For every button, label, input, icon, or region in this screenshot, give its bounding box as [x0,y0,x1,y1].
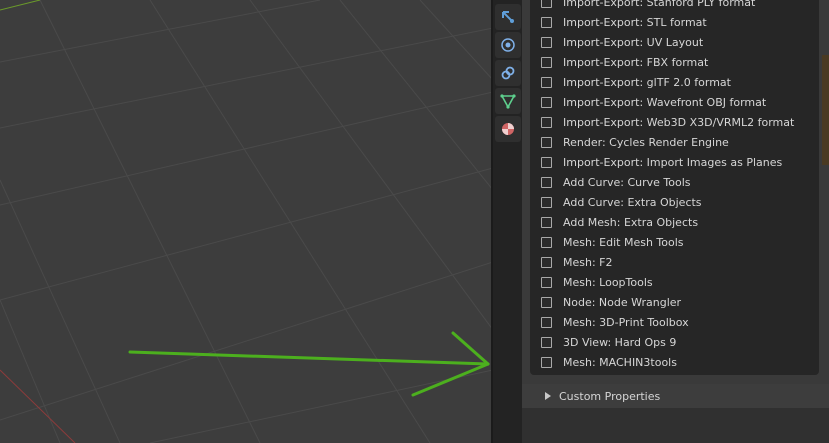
addon-row[interactable]: Import-Export: Web3D X3D/VRML2 format [530,112,819,132]
addon-enable-checkbox[interactable] [541,36,552,48]
addon-enable-checkbox[interactable] [541,136,552,148]
addon-label: Mesh: F2 [563,255,613,269]
custom-properties-header[interactable]: Custom Properties [522,384,829,408]
material-icon [502,123,514,135]
axis-y-line [0,0,41,11]
constraints-icon [501,66,515,80]
addon-label: Import-Export: Wavefront OBJ format [563,95,767,109]
addon-enable-checkbox[interactable] [541,56,552,68]
addon-row[interactable]: Import-Export: glTF 2.0 format [530,72,819,92]
addon-enable-checkbox[interactable] [541,196,552,208]
addon-row[interactable]: Import-Export: UV Layout [530,32,819,52]
addon-label: Import-Export: Web3D X3D/VRML2 format [563,115,795,129]
addon-row[interactable]: Mesh: LoopTools [530,272,819,292]
addon-row[interactable]: Import-Export: FBX format [530,52,819,72]
addon-label: Import-Export: Stanford PLY format [563,0,756,9]
addon-list: Import-Export: Stanford PLY format Import… [530,0,819,375]
disclosure-triangle-icon[interactable] [545,392,551,400]
addon-row[interactable]: Mesh: F2 [530,252,819,272]
addon-enable-checkbox[interactable] [541,16,552,28]
addon-label: Mesh: LoopTools [563,275,653,289]
addon-label: Import-Export: Import Images as Planes [563,155,783,169]
addon-row[interactable]: Mesh: 3D-Print Toolbox [530,312,819,332]
addon-label: 3D View: Hard Ops 9 [563,335,677,349]
addon-enable-checkbox[interactable] [541,0,552,8]
addon-enable-checkbox[interactable] [541,176,552,188]
addon-label: Import-Export: glTF 2.0 format [563,75,731,89]
addon-row[interactable]: 3D View: Hard Ops 9 [530,332,819,352]
addon-enable-checkbox[interactable] [541,336,552,348]
modifier-icon [502,11,514,23]
properties-tab-bar [493,0,522,443]
addon-label: Render: Cycles Render Engine [563,135,729,149]
addon-row[interactable]: Mesh: Edit Mesh Tools [530,232,819,252]
addon-label: Node: Node Wrangler [563,295,682,309]
addon-label: Add Curve: Curve Tools [563,175,691,189]
addon-row[interactable]: Import-Export: Wavefront OBJ format [530,92,819,112]
addon-label: Import-Export: FBX format [563,55,709,69]
addon-row[interactable]: Add Mesh: Extra Objects [530,212,819,232]
viewport-grid [0,0,493,443]
addon-row[interactable]: Import-Export: Import Images as Planes [530,152,819,172]
physics-tab[interactable] [495,32,521,58]
addon-enable-checkbox[interactable] [541,216,552,228]
addon-row[interactable]: Add Curve: Extra Objects [530,192,819,212]
addon-row[interactable]: Import-Export: STL format [530,12,819,32]
addon-row[interactable]: Mesh: MACHIN3tools [530,352,819,372]
addon-row[interactable]: Node: Node Wrangler [530,292,819,312]
custom-properties-label: Custom Properties [559,389,661,403]
addon-row[interactable]: Import-Export: Stanford PLY format [530,0,819,12]
addon-enable-checkbox[interactable] [541,76,552,88]
addon-label: Mesh: 3D-Print Toolbox [563,315,689,329]
addon-enable-checkbox[interactable] [541,276,552,288]
addon-enable-checkbox[interactable] [541,256,552,268]
addon-enable-checkbox[interactable] [541,356,552,368]
addon-enable-checkbox[interactable] [541,236,552,248]
addon-label: Mesh: Edit Mesh Tools [563,235,684,249]
addon-label: Mesh: MACHIN3tools [563,355,677,369]
addon-label: Add Curve: Extra Objects [563,195,702,209]
constraints-tab[interactable] [495,60,521,86]
addon-row[interactable]: Render: Cycles Render Engine [530,132,819,152]
addon-label: Add Mesh: Extra Objects [563,215,699,229]
addon-label: Import-Export: UV Layout [563,35,704,49]
addon-enable-checkbox[interactable] [541,116,552,128]
object-data-tab[interactable] [495,88,521,114]
physics-icon [501,38,515,52]
addon-enable-checkbox[interactable] [541,316,552,328]
arrow-annotation [128,331,490,397]
addon-enable-checkbox[interactable] [541,156,552,168]
addon-enable-checkbox[interactable] [541,96,552,108]
material-tab[interactable] [495,116,521,142]
modifier-tab[interactable] [495,4,521,30]
addon-enable-checkbox[interactable] [541,296,552,308]
3d-viewport[interactable] [0,0,493,443]
object-data-icon [500,94,516,109]
preferences-panel: Import-Export: Stanford PLY format Import… [522,0,829,443]
panel-empty-area [522,408,829,443]
adjacent-editor-edge [822,55,829,165]
addon-row[interactable]: Add Curve: Curve Tools [530,172,819,192]
addon-label: Import-Export: STL format [563,15,707,29]
axis-x-line [0,369,76,443]
